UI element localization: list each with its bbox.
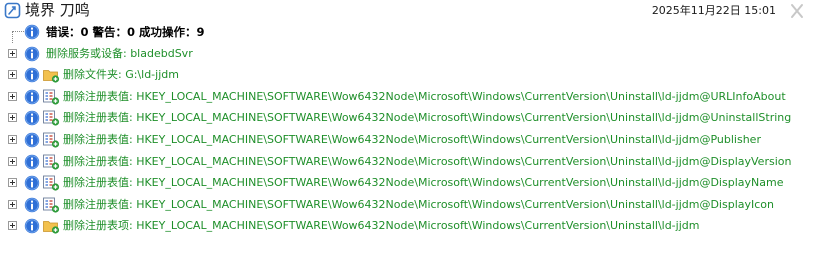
list-item[interactable]: 删除注册表值: HKEY_LOCAL_MACHINE\SOFTWARE\Wow6… — [0, 195, 814, 217]
registry-key-icon — [43, 221, 60, 234]
item-text: 删除注册表项: HKEY_LOCAL_MACHINE\SOFTWARE\Wow6… — [63, 219, 700, 233]
summary-row[interactable]: 错误：0 警告：0 成功操作：9 — [0, 22, 814, 44]
tree-branch-line — [12, 31, 24, 43]
result-tree: 错误：0 警告：0 成功操作：9 删除服务或设备: bladebdSvr 删除文… — [0, 22, 814, 238]
info-icon — [24, 197, 40, 212]
item-text: 删除注册表值: HKEY_LOCAL_MACHINE\SOFTWARE\Wow6… — [63, 154, 792, 168]
item-text: 删除注册表值: HKEY_LOCAL_MACHINE\SOFTWARE\Wow6… — [63, 197, 775, 211]
info-icon — [24, 46, 40, 61]
info-icon — [24, 67, 40, 83]
window-title: 境界 刀鸣 — [25, 1, 90, 19]
list-item[interactable]: 删除注册表值: HKEY_LOCAL_MACHINE\SOFTWARE\Wow6… — [0, 108, 814, 130]
item-text: 删除注册表值: HKEY_LOCAL_MACHINE\SOFTWARE\Wow6… — [63, 89, 786, 103]
folder-icon — [43, 70, 60, 83]
item-text: 删除注册表值: HKEY_LOCAL_MACHINE\SOFTWARE\Wow6… — [63, 176, 784, 190]
list-item[interactable]: 删除注册表值: HKEY_LOCAL_MACHINE\SOFTWARE\Wow6… — [0, 87, 814, 109]
list-item[interactable]: 删除注册表项: HKEY_LOCAL_MACHINE\SOFTWARE\Wow6… — [0, 216, 814, 238]
registry-value-icon — [43, 175, 60, 191]
info-icon — [24, 132, 40, 148]
expand-toggle[interactable] — [8, 134, 17, 144]
expand-toggle[interactable] — [8, 156, 17, 166]
summary-text: 错误：0 警告：0 成功操作：9 — [46, 25, 205, 39]
info-icon — [24, 175, 40, 191]
info-icon — [24, 111, 40, 126]
registry-value-icon — [43, 154, 60, 170]
info-icon — [24, 24, 40, 40]
expand-toggle[interactable] — [8, 70, 17, 80]
expand-toggle[interactable] — [8, 178, 17, 188]
expand-toggle[interactable] — [8, 199, 17, 209]
registry-value-icon — [43, 89, 60, 105]
info-icon — [24, 219, 40, 234]
app-logo-icon — [4, 2, 21, 19]
expand-toggle[interactable] — [8, 221, 17, 231]
info-icon — [24, 154, 40, 169]
registry-value-icon — [43, 132, 60, 148]
expand-toggle[interactable] — [8, 48, 17, 58]
item-text: 删除注册表值: HKEY_LOCAL_MACHINE\SOFTWARE\Wow6… — [63, 111, 792, 125]
datetime-display: 2025年11月22日 15:01 — [651, 4, 776, 17]
item-text: 删除注册表值: HKEY_LOCAL_MACHINE\SOFTWARE\Wow6… — [63, 132, 761, 146]
close-icon[interactable] — [786, 1, 808, 21]
results-window: 境界 刀鸣 2025年11月22日 15:01 错误：0 警告：0 成功操作：9 — [0, 0, 814, 257]
list-item[interactable]: 删除注册表值: HKEY_LOCAL_MACHINE\SOFTWARE\Wow6… — [0, 130, 814, 152]
list-item[interactable]: 删除文件夹: G:\ld-jjdm — [0, 65, 814, 87]
list-item[interactable]: 删除注册表值: HKEY_LOCAL_MACHINE\SOFTWARE\Wow6… — [0, 173, 814, 195]
item-text: 删除服务或设备: bladebdSvr — [46, 46, 193, 60]
registry-value-icon — [43, 110, 60, 126]
expand-toggle[interactable] — [8, 113, 17, 123]
list-item[interactable]: 删除注册表值: HKEY_LOCAL_MACHINE\SOFTWARE\Wow6… — [0, 152, 814, 174]
info-icon — [24, 89, 40, 104]
list-item[interactable]: 删除服务或设备: bladebdSvr — [0, 44, 814, 66]
registry-value-icon — [43, 197, 60, 213]
item-text: 删除文件夹: G:\ld-jjdm — [63, 68, 179, 82]
title-bar: 境界 刀鸣 2025年11月22日 15:01 — [0, 0, 814, 22]
expand-toggle[interactable] — [8, 91, 17, 101]
